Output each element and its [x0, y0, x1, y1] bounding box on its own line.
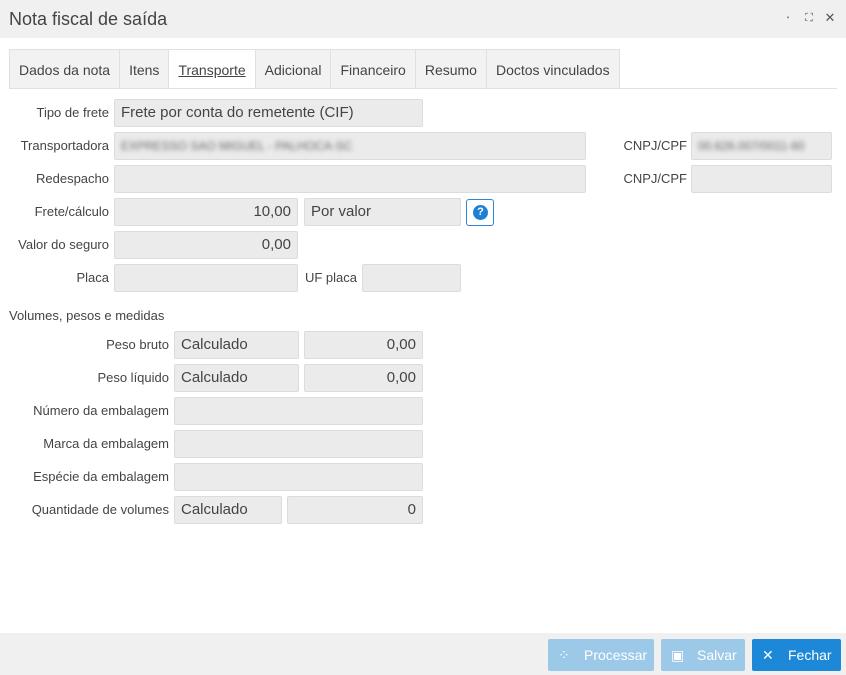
maximize-icon[interactable]: ⛶	[802, 9, 816, 27]
frete-calculo-select[interactable]: Por valor	[304, 198, 461, 226]
tab-transporte[interactable]: Transporte	[168, 49, 255, 89]
cnpj-label: CNPJ/CPF	[623, 138, 687, 153]
tab-financeiro[interactable]: Financeiro	[330, 49, 415, 89]
close-icon: ✕	[762, 647, 774, 663]
especie-embalagem-field[interactable]	[174, 463, 423, 491]
minimize-icon[interactable]: ⋅	[781, 9, 795, 27]
processar-label: Processar	[584, 647, 648, 663]
transportadora-value: EXPRESSO SAO MIGUEL - PALHOCA-SC	[121, 139, 353, 153]
placa-field[interactable]	[114, 264, 298, 292]
salvar-label: Salvar	[697, 647, 737, 663]
redespacho-field[interactable]	[114, 165, 586, 193]
help-icon: ?	[473, 205, 488, 220]
marca-embalagem-field[interactable]	[174, 430, 423, 458]
salvar-button[interactable]: ▣ Salvar	[661, 639, 745, 671]
valor-seguro-label: Valor do seguro	[18, 237, 109, 252]
tab-adicional[interactable]: Adicional	[254, 49, 331, 89]
peso-liquido-field[interactable]: 0,00	[304, 364, 423, 392]
tab-bar: Dados da nota Itens Transporte Adicional…	[9, 49, 620, 89]
peso-bruto-mode-select[interactable]: Calculado	[174, 331, 299, 359]
valor-seguro-field[interactable]: 0,00	[114, 231, 298, 259]
tipo-frete-label: Tipo de frete	[36, 105, 109, 120]
volumes-section-title: Volumes, pesos e medidas	[9, 308, 165, 323]
frete-value-field[interactable]: 10,00	[114, 198, 298, 226]
cnpj2-label: CNPJ/CPF	[623, 171, 687, 186]
help-button[interactable]: ?	[466, 199, 494, 226]
spinner-icon: ⁘	[558, 647, 570, 663]
tab-dados-da-nota[interactable]: Dados da nota	[9, 49, 120, 89]
peso-liquido-mode-select[interactable]: Calculado	[174, 364, 299, 392]
quantidade-volumes-label: Quantidade de volumes	[31, 502, 169, 517]
quantidade-volumes-field[interactable]: 0	[287, 496, 423, 524]
tab-itens[interactable]: Itens	[119, 49, 169, 89]
especie-embalagem-label: Espécie da embalagem	[33, 469, 169, 484]
transportadora-field[interactable]: EXPRESSO SAO MIGUEL - PALHOCA-SC	[114, 132, 586, 160]
cnpj-field[interactable]: 00.626.007/0011-60	[691, 132, 832, 160]
numero-embalagem-field[interactable]	[174, 397, 423, 425]
save-icon: ▣	[671, 647, 685, 663]
fechar-label: Fechar	[788, 647, 832, 663]
peso-bruto-field[interactable]: 0,00	[304, 331, 423, 359]
window-title: Nota fiscal de saída	[9, 9, 168, 29]
peso-bruto-label: Peso bruto	[106, 337, 169, 352]
frete-calculo-label: Frete/cálculo	[34, 204, 109, 219]
processar-button[interactable]: ⁘ Processar	[548, 639, 654, 671]
tab-divider	[9, 88, 837, 89]
marca-embalagem-label: Marca da embalagem	[43, 436, 169, 451]
close-icon[interactable]: ✕	[823, 9, 837, 27]
tipo-frete-select[interactable]: Frete por conta do remetente (CIF)	[114, 99, 423, 127]
uf-placa-field[interactable]	[362, 264, 461, 292]
uf-placa-label: UF placa	[304, 270, 357, 285]
window-titlebar: Nota fiscal de saída ⋅ ⛶ ✕	[0, 0, 846, 38]
tab-doctos-vinculados[interactable]: Doctos vinculados	[485, 49, 620, 89]
cnpj-value: 00.626.007/0011-60	[698, 139, 805, 153]
placa-label: Placa	[76, 270, 109, 285]
peso-liquido-label: Peso líquido	[97, 370, 169, 385]
redespacho-label: Redespacho	[36, 171, 109, 186]
tab-resumo[interactable]: Resumo	[414, 49, 486, 89]
transportadora-label: Transportadora	[20, 138, 109, 153]
cnpj2-field[interactable]	[691, 165, 832, 193]
numero-embalagem-label: Número da embalagem	[33, 403, 169, 418]
fechar-button[interactable]: ✕ Fechar	[752, 639, 841, 671]
quantidade-mode-select[interactable]: Calculado	[174, 496, 282, 524]
